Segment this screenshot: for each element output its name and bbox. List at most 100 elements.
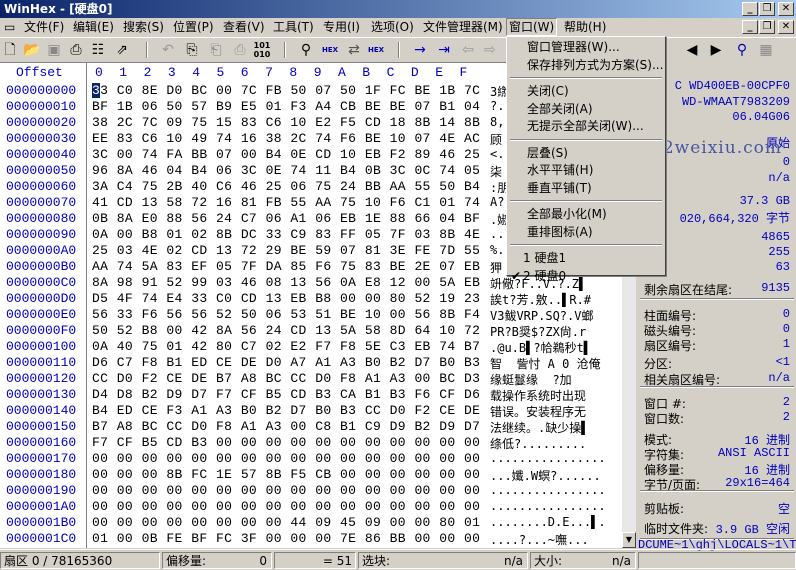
paste-icon[interactable]: ⎙	[230, 41, 250, 59]
binoculars-icon[interactable]: ⚲	[732, 41, 752, 59]
row-bytes[interactable]: 8A 98 91 52 99 03 46 08 13 56 0A E8 12 0…	[92, 275, 480, 290]
row-bytes[interactable]: 96 8A 46 04 B4 06 3C 0E 74 11 B4 0B 3C 0…	[92, 163, 480, 178]
row-bytes[interactable]: 33 C0 8E D0 BC 00 7C FB 50 07 50 1F FC B…	[92, 83, 480, 98]
row-text[interactable]: .@u.B▌?帢鵜秒t▌	[490, 339, 622, 356]
menu-item[interactable]: 层叠(S)	[527, 145, 568, 162]
row-text[interactable]: V3鲅VRP.SQ?.V螂	[490, 307, 622, 324]
child-restore-button[interactable]: ❐	[759, 20, 775, 34]
undo-icon[interactable]: ↶	[158, 41, 178, 59]
open-icon[interactable]: 📂	[22, 41, 42, 59]
row-text[interactable]: 智 訾忖 A 0 沧俺	[490, 355, 622, 372]
menu-view[interactable]: 查看(V)	[221, 18, 267, 36]
replace-hex-icon[interactable]: HEX	[366, 41, 386, 59]
row-bytes[interactable]: 00 00 00 00 00 00 00 00 00 00 00 00 00 0…	[92, 499, 480, 514]
row-bytes[interactable]: 41 CD 13 58 72 16 81 FB 55 AA 75 10 F6 C…	[92, 195, 480, 210]
row-text[interactable]: 誒t?芳.敫..▌R.#	[490, 291, 622, 308]
menu-help[interactable]: 帮助(H)	[562, 18, 608, 36]
child-minimize-button[interactable]: _	[742, 20, 758, 34]
new-file-icon[interactable]: 🗋	[0, 41, 20, 59]
menu-item[interactable]: 无提示全部关闭(W)...	[527, 118, 644, 135]
export-icon[interactable]: ⇗	[112, 41, 132, 59]
table-icon[interactable]: ▦	[756, 41, 776, 59]
minimize-button[interactable]: _	[742, 2, 758, 16]
row-bytes[interactable]: B4 ED CE F3 A1 A3 B0 B2 D7 B0 B3 CC D0 F…	[92, 403, 480, 418]
properties-icon[interactable]: ☷	[88, 41, 108, 59]
row-bytes[interactable]: 38 2C 7C 09 75 15 83 C6 10 E2 F5 CD 18 8…	[92, 115, 480, 130]
print-icon[interactable]: ⎙	[66, 41, 86, 59]
row-text[interactable]: ....?...~嘸...	[490, 531, 622, 548]
row-bytes[interactable]: 3A C4 75 2B 40 C6 46 25 06 75 24 BB AA 5…	[92, 179, 480, 194]
row-text[interactable]: 载操作系统时出现	[490, 387, 622, 404]
row-bytes[interactable]: 00 00 00 00 00 00 00 00 00 00 00 00 00 0…	[92, 451, 480, 466]
row-bytes[interactable]: 00 00 00 8B FC 1E 57 8B F5 CB 00 00 00 0…	[92, 467, 480, 482]
row-text[interactable]: 错误。安装程序无	[490, 403, 622, 420]
menu-item[interactable]: 1 硬盘1	[523, 250, 566, 267]
row-bytes[interactable]: F7 CF B5 CD B3 00 00 00 00 00 00 00 00 0…	[92, 435, 480, 450]
row-text[interactable]: ...孅.W螟?......	[490, 467, 622, 484]
menu-item[interactable]: 保存排列方式为方案(S)...	[527, 57, 663, 74]
menu-item[interactable]: 2 硬盘0	[523, 268, 566, 285]
menu-search[interactable]: 搜索(S)	[121, 18, 166, 36]
previous-icon[interactable]: ◀	[682, 41, 702, 59]
save-icon[interactable]: ▣	[44, 41, 64, 59]
menu-item[interactable]: 窗口管理器(W)...	[527, 39, 620, 56]
menu-tools[interactable]: 工具(T)	[271, 18, 316, 36]
menu-item[interactable]: 水平平铺(H)	[527, 162, 593, 179]
menu-options[interactable]: 选项(O)	[369, 18, 416, 36]
menu-file[interactable]: 文件(F)	[22, 18, 66, 36]
row-bytes[interactable]: BF 1B 06 50 57 B9 E5 01 F3 A4 CB BE BE 0…	[92, 99, 480, 114]
row-bytes[interactable]: EE 83 C6 10 49 74 16 38 2C 74 F6 BE 10 0…	[92, 131, 480, 146]
menu-item[interactable]: 垂直平铺(T)	[527, 180, 592, 197]
row-text[interactable]: 法继续。.缺少操▌	[490, 419, 622, 436]
menu-item[interactable]: 全部关闭(A)	[527, 101, 593, 118]
row-bytes[interactable]: 0B 8A E0 88 56 24 C7 06 A1 06 EB 1E 88 6…	[92, 211, 480, 226]
row-bytes[interactable]: 25 03 4E 02 CD 13 72 29 BE 59 07 81 3E F…	[92, 243, 480, 258]
forward-icon[interactable]: ⇨	[480, 41, 500, 59]
copy-icon[interactable]: ⎘	[182, 41, 202, 59]
restore-button[interactable]: ❐	[759, 2, 775, 16]
cut-icon[interactable]: ⎗	[206, 41, 226, 59]
row-bytes[interactable]: D6 C7 F8 B1 ED CE DE D0 A7 A1 A3 B0 B2 D…	[92, 355, 480, 370]
row-bytes[interactable]: AA 74 5A 83 EF 05 7F DA 85 F6 75 83 BE 2…	[92, 259, 480, 274]
back-icon[interactable]: ⇦	[458, 41, 478, 59]
replace-icon[interactable]: ⇄	[344, 41, 364, 59]
convert-icon[interactable]: 101 010	[252, 41, 272, 59]
row-text[interactable]: ........D.E...▌.	[490, 515, 622, 529]
close-button[interactable]: ✕	[778, 2, 794, 16]
row-bytes[interactable]: D4 D8 B2 D9 D7 F7 CF B5 CD B3 CA B1 B3 F…	[92, 387, 480, 402]
row-bytes[interactable]: 01 00 0B FE BF FC 3F 00 00 00 7E 86 BB 0…	[92, 531, 480, 546]
row-text[interactable]: 绦低?.........	[490, 435, 622, 452]
row-text[interactable]: ................	[490, 483, 622, 497]
app-icon[interactable]: ▭	[2, 18, 20, 36]
menu-position[interactable]: 位置(P)	[171, 18, 216, 36]
row-bytes[interactable]: CC D0 F2 CE DE B7 A8 BC CC D0 F8 A1 A3 0…	[92, 371, 480, 386]
row-bytes[interactable]: 0A 40 75 01 42 80 C7 02 E2 F7 F8 5E C3 E…	[92, 339, 480, 354]
menu-special[interactable]: 专用(I)	[321, 18, 362, 36]
row-bytes[interactable]: 3C 00 74 FA BB 07 00 B4 0E CD 10 EB F2 8…	[92, 147, 480, 162]
menu-item[interactable]: 全部最小化(M)	[527, 206, 607, 223]
row-bytes[interactable]: 0A 00 B8 01 02 8B DC 33 C9 83 FF 05 7F 0…	[92, 227, 480, 242]
row-text[interactable]: ................	[490, 451, 622, 465]
row-bytes[interactable]: 56 33 F6 56 56 52 50 06 53 51 BE 10 00 5…	[92, 307, 480, 322]
menu-item[interactable]: 关闭(C)	[527, 83, 569, 100]
child-close-button[interactable]: ✕	[778, 20, 794, 34]
row-bytes[interactable]: 50 52 B8 00 42 8A 56 24 CD 13 5A 58 8D 6…	[92, 323, 480, 338]
find-hex-icon[interactable]: HEX	[320, 41, 340, 59]
menu-item[interactable]: 重排图标(A)	[527, 224, 593, 241]
scroll-down-arrow-icon[interactable]: ▼	[622, 532, 636, 548]
row-text[interactable]: PR?B奨$?ZX尙.r	[490, 323, 622, 340]
row-bytes[interactable]: B7 A8 BC CC D0 F8 A1 A3 00 C8 B1 C9 D9 B…	[92, 419, 480, 434]
menu-window[interactable]: 窗口(W)	[506, 18, 558, 36]
row-text[interactable]: ................	[490, 499, 622, 513]
find-icon[interactable]: ⚲	[296, 41, 316, 59]
row-bytes[interactable]: D5 4F 74 E4 33 C0 CD 13 EB B8 00 00 80 5…	[92, 291, 480, 306]
row-text[interactable]: 缘蜓鬘缘 ?加	[490, 371, 622, 388]
menu-edit[interactable]: 编辑(E)	[71, 18, 116, 36]
status-offset: 偏移量: 0	[162, 552, 272, 569]
row-bytes[interactable]: 00 00 00 00 00 00 00 00 44 09 45 09 00 0…	[92, 515, 480, 530]
row-bytes[interactable]: 00 00 00 00 00 00 00 00 00 00 00 00 00 0…	[92, 483, 480, 498]
next-icon[interactable]: ▶	[706, 41, 726, 59]
goto-offset-icon[interactable]: →	[410, 41, 430, 59]
goto-page-icon[interactable]: ⇥	[434, 41, 454, 59]
menu-file-manager[interactable]: 文件管理器(M)	[421, 18, 505, 36]
